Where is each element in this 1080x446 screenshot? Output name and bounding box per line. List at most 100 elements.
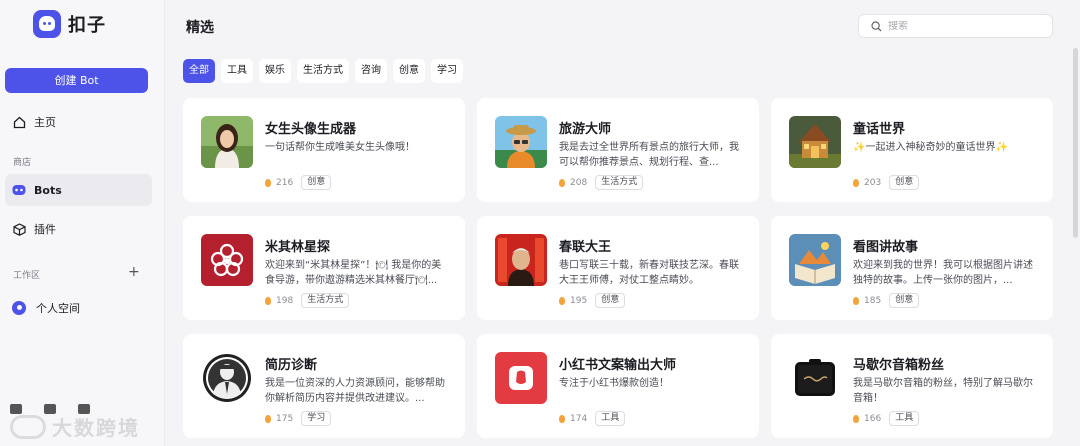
suit-silhouette-icon xyxy=(201,352,253,404)
category-tag: 创意 xyxy=(595,293,626,308)
card-meta: 166 工具 xyxy=(853,411,920,426)
couplet-master-icon xyxy=(495,234,547,286)
card-description: ✨一起进入神秘奇妙的童话世界✨ xyxy=(853,142,1008,153)
bot-icon xyxy=(12,183,26,197)
watermark-logo-icon xyxy=(10,414,46,439)
coze-logo-icon xyxy=(33,10,61,38)
usage-count: 198 xyxy=(276,295,294,306)
card-title: 简历诊断 xyxy=(265,358,318,373)
usage-count: 195 xyxy=(570,295,588,306)
sidebar-item-label: 主页 xyxy=(34,116,56,129)
flame-icon xyxy=(559,414,565,423)
category-tag: 学习 xyxy=(301,411,332,426)
category-tag: 创意 xyxy=(889,293,920,308)
card-meta: 198 生活方式 xyxy=(265,293,350,308)
tab-lifestyle[interactable]: 生活方式 xyxy=(297,59,349,83)
sidebar-item-label: Bots xyxy=(34,183,62,197)
usage-count: 203 xyxy=(864,177,882,188)
category-tag: 生活方式 xyxy=(595,175,644,190)
storybook-icon xyxy=(789,234,841,286)
card-title: 旅游大师 xyxy=(559,122,612,137)
page-title: 精选 xyxy=(186,20,214,36)
sidebar-item-home[interactable]: 主页 xyxy=(5,106,152,138)
scrollbar[interactable] xyxy=(1073,48,1078,238)
card-description: 我是一位资深的人力资源顾问，能够帮助你解析简历内容并提供改进建议。... xyxy=(265,378,445,404)
sidebar-item-bots[interactable]: Bots xyxy=(5,174,152,206)
app-name: 扣子 xyxy=(68,15,106,36)
tab-consulting[interactable]: 咨询 xyxy=(355,59,387,83)
card-title: 春联大王 xyxy=(559,240,612,255)
create-bot-button[interactable]: 创建 Bot xyxy=(5,68,148,93)
watermark-text: 大数跨境 xyxy=(52,416,140,440)
tab-entertainment[interactable]: 娱乐 xyxy=(259,59,291,83)
usage-count: 166 xyxy=(864,413,882,424)
card-meta: 174 工具 xyxy=(559,411,626,426)
search-input[interactable] xyxy=(888,20,1038,32)
tab-creative[interactable]: 创意 xyxy=(393,59,425,83)
flame-icon xyxy=(853,178,859,187)
sidebar-item-label: 插件 xyxy=(34,223,56,236)
flame-icon xyxy=(559,178,565,187)
bot-card[interactable]: 女生头像生成器 一句话帮你生成唯美女生头像哦！ 216 创意 xyxy=(183,98,465,202)
card-meta: 203 创意 xyxy=(853,175,920,190)
store-section-label: 商店 xyxy=(13,158,32,168)
michelin-flower-icon xyxy=(201,234,253,286)
main-content: 精选 全部 工具 娱乐 生活方式 咨询 创意 学习 女生头像生成器 一句话帮你生… xyxy=(166,0,1080,446)
card-title: 童话世界 xyxy=(853,122,906,137)
bot-card[interactable]: 简历诊断 我是一位资深的人力资源顾问，能够帮助你解析简历内容并提供改进建议。..… xyxy=(183,334,465,438)
user-avatar-icon xyxy=(12,301,26,315)
search-box[interactable] xyxy=(858,14,1053,38)
red-note-icon xyxy=(495,352,547,404)
fairy-house-icon xyxy=(789,116,841,168)
card-description: 欢迎来到我的世界！我可以根据图片讲述独特的故事。上传一张你的图片，... xyxy=(853,260,1033,286)
bot-card-grid: 女生头像生成器 一句话帮你生成唯美女生头像哦！ 216 创意 旅游大师 我是去过… xyxy=(183,98,1053,438)
card-description: 欢迎来到“米其林星探”！🍽 我是你的美食导游，带你遨游精选米其林餐厅🍽... xyxy=(265,260,442,286)
bot-card[interactable]: 看图讲故事 欢迎来到我的世界！我可以根据图片讲述独特的故事。上传一张你的图片，.… xyxy=(771,216,1053,320)
workspace-section-label: 工作区 xyxy=(13,271,41,281)
tab-all[interactable]: 全部 xyxy=(183,59,215,83)
card-description: 巷口写联三十载，新春对联技艺深。春联大王王师傅，对仗工整点睛妙。 xyxy=(559,260,739,286)
usage-count: 208 xyxy=(570,177,588,188)
flame-icon xyxy=(265,296,271,305)
card-description: 一句话帮你生成唯美女生头像哦！ xyxy=(265,142,415,153)
app-logo[interactable]: 扣子 xyxy=(33,10,106,38)
watermark: 大数跨境 xyxy=(10,412,140,441)
card-meta: 216 创意 xyxy=(265,175,332,190)
usage-count: 185 xyxy=(864,295,882,306)
card-description: 我是去过全世界所有景点的旅行大师，我可以帮你推荐景点、规划行程、查... xyxy=(559,142,739,168)
flame-icon xyxy=(853,296,859,305)
home-icon xyxy=(12,115,26,129)
bot-card[interactable]: 小红书文案输出大师 专注于小红书爆款创造！ 174 工具 xyxy=(477,334,759,438)
card-meta: 185 创意 xyxy=(853,293,920,308)
sidebar-item-personal-space[interactable]: 个人空间 xyxy=(5,292,152,324)
tab-learning[interactable]: 学习 xyxy=(431,59,463,83)
card-title: 女生头像生成器 xyxy=(265,122,357,137)
bot-card[interactable]: 童话世界 ✨一起进入神秘奇妙的童话世界✨ 203 创意 xyxy=(771,98,1053,202)
marshall-speaker-icon xyxy=(789,352,841,404)
girl-portrait-icon xyxy=(201,116,253,168)
category-tabs: 全部 工具 娱乐 生活方式 咨询 创意 学习 xyxy=(183,59,463,83)
card-title: 马歇尔音箱粉丝 xyxy=(853,358,945,373)
flame-icon xyxy=(265,414,271,423)
usage-count: 216 xyxy=(276,177,294,188)
sidebar: 扣子 创建 Bot 主页 商店 Bots 插件 工作区 + 个人空间 大数跨境 xyxy=(0,0,165,446)
bot-card[interactable]: 马歇尔音箱粉丝 我是马歇尔音箱的粉丝，特别了解马歇尔音箱！ 166 工具 xyxy=(771,334,1053,438)
category-tag: 工具 xyxy=(889,411,920,426)
sidebar-item-plugins[interactable]: 插件 xyxy=(5,213,152,245)
bot-card[interactable]: 旅游大师 我是去过全世界所有景点的旅行大师，我可以帮你推荐景点、规划行程、查..… xyxy=(477,98,759,202)
search-icon xyxy=(871,20,882,31)
tab-tools[interactable]: 工具 xyxy=(221,59,253,83)
card-title: 小红书文案输出大师 xyxy=(559,358,677,373)
add-workspace-icon[interactable]: + xyxy=(128,265,140,279)
usage-count: 175 xyxy=(276,413,294,424)
card-title: 看图讲故事 xyxy=(853,240,919,255)
card-meta: 175 学习 xyxy=(265,411,332,426)
bot-card[interactable]: 春联大王 巷口写联三十载，新春对联技艺深。春联大王王师傅，对仗工整点睛妙。 19… xyxy=(477,216,759,320)
card-description: 专注于小红书爆款创造！ xyxy=(559,378,669,389)
bot-card[interactable]: 米其林星探 欢迎来到“米其林星探”！🍽 我是你的美食导游，带你遨游精选米其林餐厅… xyxy=(183,216,465,320)
category-tag: 创意 xyxy=(301,175,332,190)
cube-icon xyxy=(12,222,26,236)
category-tag: 创意 xyxy=(889,175,920,190)
card-meta: 195 创意 xyxy=(559,293,626,308)
usage-count: 174 xyxy=(570,413,588,424)
